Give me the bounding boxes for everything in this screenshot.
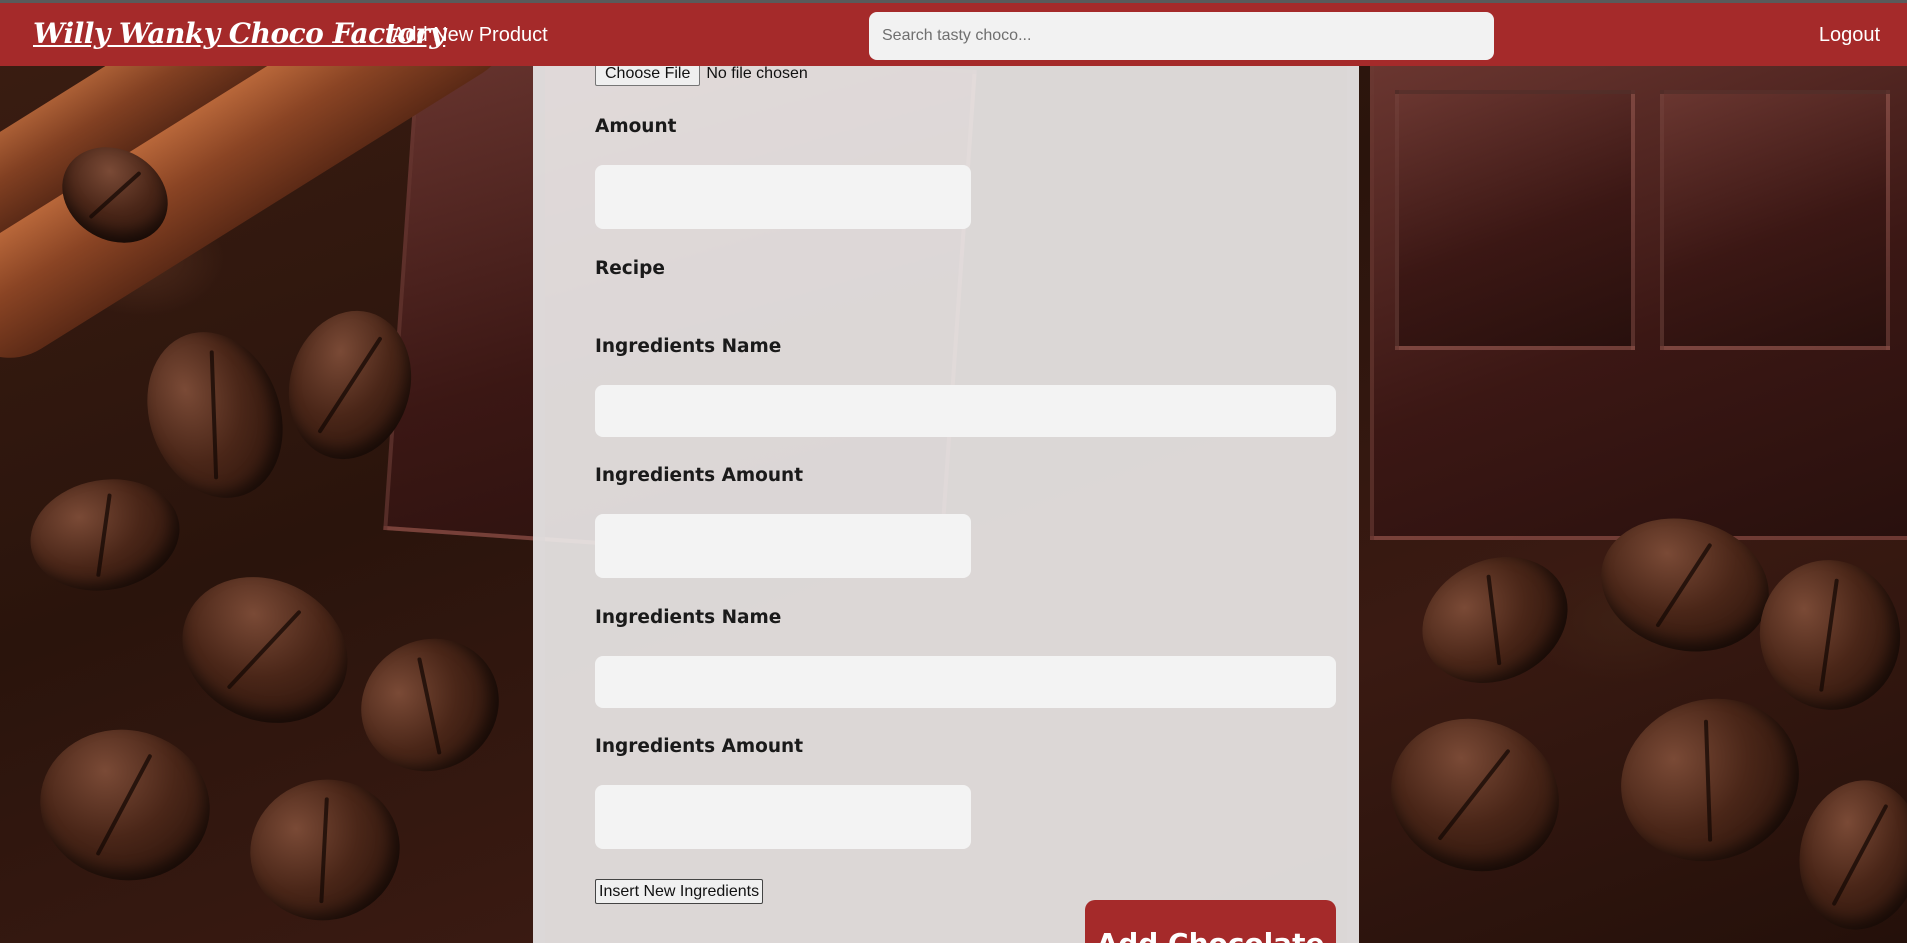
coffee-bean-shape: [124, 312, 306, 518]
recipe-label: Recipe: [595, 258, 665, 279]
add-chocolate-button[interactable]: Add Chocolate: [1085, 900, 1336, 943]
amount-label: Amount: [595, 116, 677, 137]
logout-link[interactable]: Logout: [1819, 24, 1880, 47]
search-input[interactable]: [869, 12, 1494, 60]
coffee-bean-shape: [158, 550, 372, 750]
ingredient-amount-label: Ingredients Amount: [595, 465, 804, 486]
coffee-bean-shape: [28, 716, 222, 894]
insert-new-ingredients-button[interactable]: Insert New Ingredients: [595, 879, 764, 904]
amount-input[interactable]: [595, 165, 971, 229]
coffee-bean-shape: [1598, 674, 1822, 886]
coffee-bean-shape: [21, 467, 189, 603]
ingredient-amount-input[interactable]: [595, 785, 971, 849]
ingredient-amount-input[interactable]: [595, 514, 971, 578]
ingredient-amount-label: Ingredients Amount: [595, 736, 804, 757]
file-status-text: No file chosen: [706, 65, 808, 82]
coffee-bean-shape: [234, 762, 416, 938]
coffee-bean-shape: [1401, 533, 1589, 707]
coffee-bean-shape: [1369, 695, 1581, 895]
ingredient-name-label: Ingredients Name: [595, 336, 782, 357]
coffee-bean-shape: [1748, 548, 1907, 722]
brand-logo-link[interactable]: Willy Wanky Choco Factory: [33, 17, 446, 50]
chocolate-bar-shape: [1395, 90, 1635, 350]
coffee-bean-shape: [1787, 770, 1907, 940]
ingredient-name-input[interactable]: [595, 656, 1336, 708]
add-new-product-link[interactable]: Add New Product: [392, 24, 548, 47]
top-navbar: Willy Wanky Choco Factory Add New Produc…: [0, 0, 1907, 66]
chocolate-bar-shape: [1660, 90, 1890, 350]
ingredient-name-label: Ingredients Name: [595, 607, 782, 628]
coffee-bean-shape: [336, 613, 524, 797]
ingredient-name-input[interactable]: [595, 385, 1336, 437]
